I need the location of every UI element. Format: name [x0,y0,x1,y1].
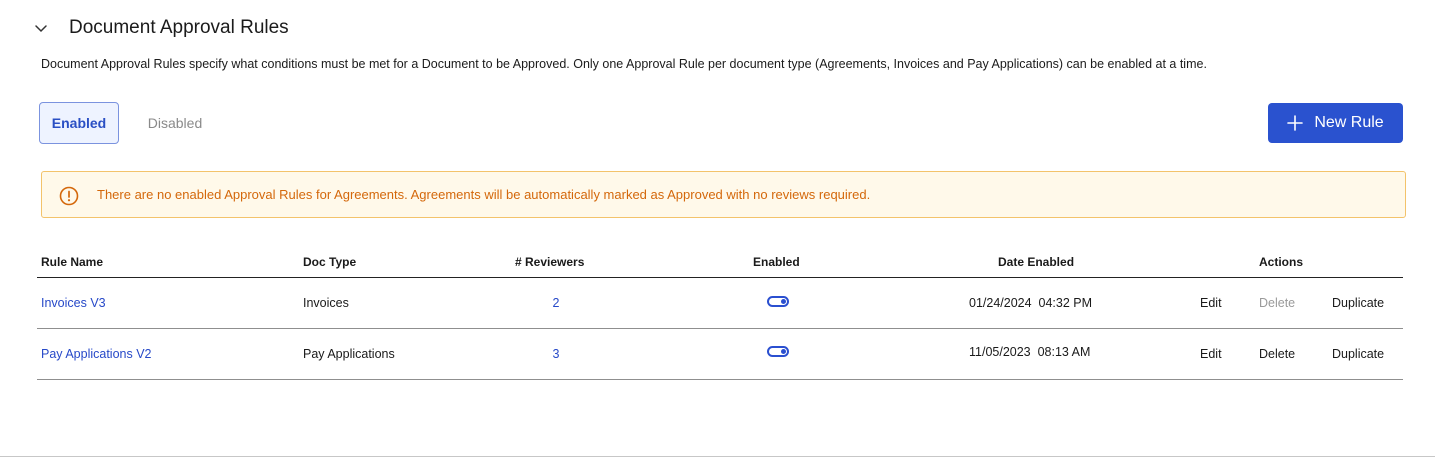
doc-type: Pay Applications [303,347,395,361]
enabled-toggle[interactable] [767,346,789,357]
tab-disabled[interactable]: Disabled [135,102,215,144]
row-divider [37,328,1403,329]
column-header-doc-type: Doc Type [303,255,357,269]
chevron-down-icon[interactable] [33,20,49,36]
doc-type: Invoices [303,296,349,310]
tab-enabled[interactable]: Enabled [39,102,119,144]
page-bottom-divider [0,456,1435,457]
toggle-knob [781,349,786,354]
new-rule-label: New Rule [1314,114,1384,131]
rule-name-link[interactable]: Pay Applications V2 [41,345,152,363]
alert-message: There are no enabled Approval Rules for … [97,187,871,202]
header-divider [37,277,1403,278]
edit-button[interactable]: Edit [1200,294,1222,312]
reviewers-count-link[interactable]: 3 [553,345,560,363]
enabled-toggle[interactable] [767,296,789,307]
rule-name-link[interactable]: Invoices V3 [41,294,106,312]
date-enabled: 11/05/2023 08:13 AM [969,345,1091,359]
row-divider [37,379,1403,380]
duplicate-button[interactable]: Duplicate [1332,294,1384,312]
reviewers-count-link[interactable]: 2 [553,294,560,312]
alert-banner: There are no enabled Approval Rules for … [41,171,1406,218]
edit-button[interactable]: Edit [1200,345,1222,363]
new-rule-button[interactable]: New Rule [1268,103,1403,143]
column-header-actions: Actions [1259,255,1304,269]
column-header-reviewers: # Reviewers [515,255,585,269]
date-enabled: 01/24/2024 04:32 PM [969,296,1093,310]
toggle-knob [781,299,786,304]
column-header-rule-name: Rule Name [41,255,104,269]
duplicate-button[interactable]: Duplicate [1332,345,1384,363]
section-description: Document Approval Rules specify what con… [41,57,1207,71]
warning-circle-icon [59,186,79,206]
delete-button: Delete [1259,296,1296,310]
column-header-date-enabled: Date Enabled [998,255,1075,269]
section-header: Document Approval Rules [0,0,1435,56]
plus-icon [1287,115,1304,131]
delete-button[interactable]: Delete [1259,345,1295,363]
section-title: Document Approval Rules [69,17,289,38]
column-header-enabled: Enabled [753,255,800,269]
